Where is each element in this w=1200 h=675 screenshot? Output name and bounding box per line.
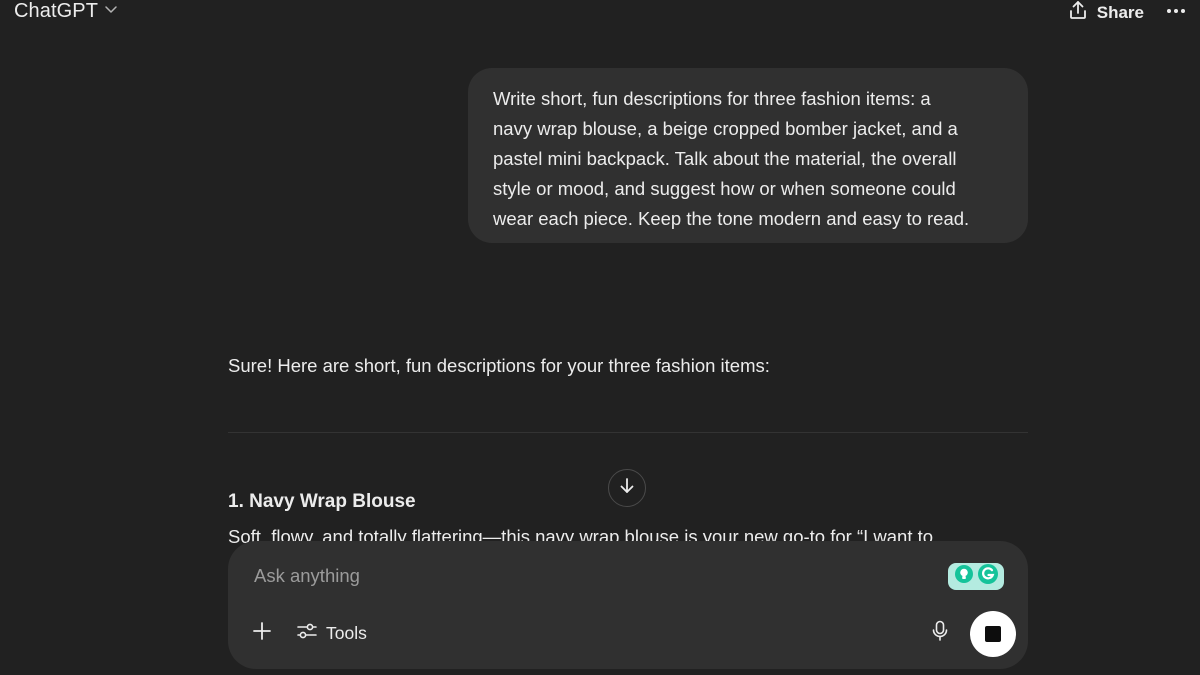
message-composer: Tools [228, 541, 1028, 669]
share-button[interactable]: Share [1067, 0, 1144, 26]
scroll-to-bottom-button[interactable] [608, 469, 646, 507]
top-bar: ChatGPT Share [0, 0, 1200, 24]
prompt-input[interactable] [254, 565, 894, 587]
assistant-intro-text: Sure! Here are short, fun descriptions f… [228, 355, 770, 376]
user-message-line: wear each piece. Keep the tone modern an… [493, 208, 970, 229]
sliders-icon [296, 621, 318, 646]
stop-icon [985, 626, 1001, 642]
lightbulb-icon [954, 564, 974, 589]
share-label: Share [1096, 2, 1144, 22]
chat-window: ChatGPT Share Write short, fun descripti… [0, 0, 1200, 675]
more-options-button[interactable] [1164, 2, 1188, 18]
section-divider [228, 432, 1028, 433]
item-description: Soft, flowy, and totally flattering—this… [228, 526, 934, 543]
model-selector[interactable]: ChatGPT [10, 0, 122, 25]
voice-input-button[interactable] [928, 620, 952, 647]
arrow-down-icon [617, 476, 637, 501]
grammarly-icon [977, 563, 999, 590]
model-name: ChatGPT [14, 0, 99, 22]
user-message-bubble: Write short, fun descriptions for three … [468, 68, 1028, 243]
chevron-down-icon [104, 2, 118, 21]
user-message-line: style or mood, and suggest how or when s… [493, 178, 956, 199]
tools-label: Tools [326, 622, 367, 643]
microphone-icon [931, 620, 949, 647]
plus-icon [252, 621, 272, 646]
tools-button[interactable]: Tools [296, 621, 367, 645]
grammarly-widget[interactable] [948, 563, 1004, 590]
share-icon [1067, 0, 1089, 26]
user-message-line: Write short, fun descriptions for three … [493, 88, 931, 109]
stop-generating-button[interactable] [970, 611, 1016, 657]
user-message-line: pastel mini backpack. Talk about the mat… [493, 148, 957, 169]
add-attachment-button[interactable] [250, 621, 274, 645]
user-message-line: navy wrap blouse, a beige cropped bomber… [493, 118, 958, 139]
more-dots-icon [1166, 1, 1186, 19]
